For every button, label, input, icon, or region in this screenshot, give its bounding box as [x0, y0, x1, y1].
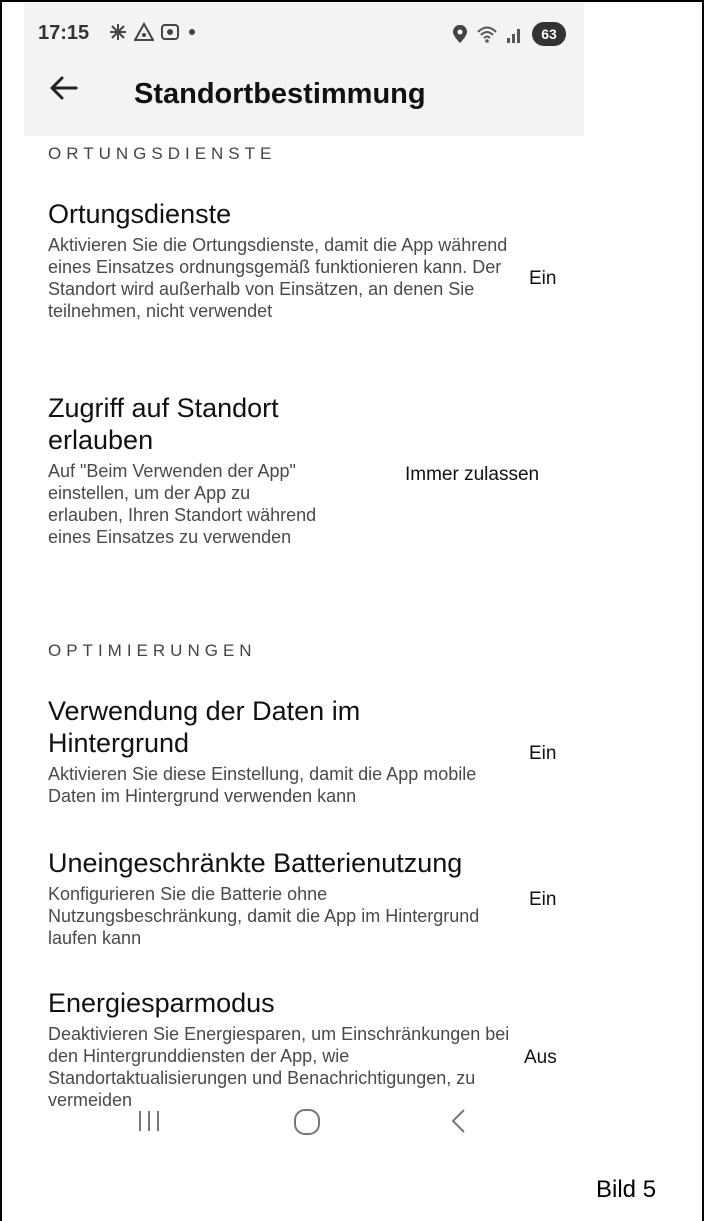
dot-icon [189, 29, 195, 35]
alert-triangle-icon [134, 22, 154, 41]
setting-value-zugriff: Immer zulassen [405, 464, 540, 485]
wifi-icon [477, 26, 497, 43]
section-header-optimierungen: OPTIMIERUNGEN [48, 641, 257, 660]
setting-ortungsdienste[interactable]: Ortungsdienste Aktivieren Sie die Ortung… [48, 198, 518, 322]
asterisk-icon [110, 24, 126, 40]
navigation-bar [24, 1107, 584, 1147]
setting-zugriff-auf-standort[interactable]: Zugriff auf Standort erlauben Auf "Beim … [48, 392, 328, 548]
setting-title: Verwendung der Daten im Hintergrund [48, 696, 361, 758]
setting-title: Uneingeschränkte Batterienutzung [48, 848, 463, 878]
location-pin-icon [453, 25, 467, 43]
setting-value-energiesparmodus: Aus [524, 1047, 557, 1068]
setting-value-ortungsdienste: Ein [529, 268, 557, 289]
setting-title: Ortungsdienste [48, 199, 232, 229]
setting-batterienutzung[interactable]: Uneingeschränkte Batterienutzung Konfigu… [48, 847, 518, 949]
setting-hintergrunddaten[interactable]: Verwendung der Daten im Hintergrund Akti… [48, 695, 518, 807]
status-left-icons [108, 22, 198, 42]
figure-caption: Bild 5 [596, 1176, 657, 1203]
setting-description: Konfigurieren Sie die Batterie ohne Nutz… [48, 884, 480, 948]
status-right-icons: 63 [452, 22, 566, 46]
setting-title: Energiesparmodus [48, 988, 275, 1018]
setting-energiesparmodus[interactable]: Energiesparmodus Deaktivieren Sie Energi… [48, 987, 518, 1111]
setting-description: Aktivieren Sie diese Einstellung, damit … [48, 764, 477, 806]
recent-apps-icon[interactable] [136, 1107, 162, 1135]
status-bar: 17:15 63 [38, 22, 566, 50]
status-time: 17:15 [38, 22, 90, 44]
setting-description: Auf "Beim Verwenden der App" einstellen,… [48, 461, 317, 547]
setting-description: Aktivieren Sie die Ortungsdienste, damit… [48, 235, 508, 321]
page-title: Standortbestimmung [134, 78, 426, 110]
battery-icon: 63 [532, 22, 566, 46]
setting-value-batterienutzung: Ein [529, 889, 557, 910]
section-header-ortungsdienste: ORTUNGSDIENSTE [48, 144, 277, 163]
setting-description: Deaktivieren Sie Energiesparen, um Einsc… [48, 1024, 510, 1110]
phone-screen: 17:15 63 Standortbestimmung ORTUNGSDIENS… [24, 2, 584, 1221]
nav-back-icon[interactable] [448, 1107, 468, 1135]
signal-icon [507, 29, 520, 43]
setting-value-hintergrunddaten: Ein [529, 743, 557, 764]
screen-record-icon [161, 24, 179, 40]
home-icon[interactable] [292, 1107, 322, 1137]
back-arrow-icon[interactable] [46, 70, 82, 106]
document-frame-left [0, 0, 2, 1221]
setting-title: Zugriff auf Standort erlauben [48, 393, 279, 455]
